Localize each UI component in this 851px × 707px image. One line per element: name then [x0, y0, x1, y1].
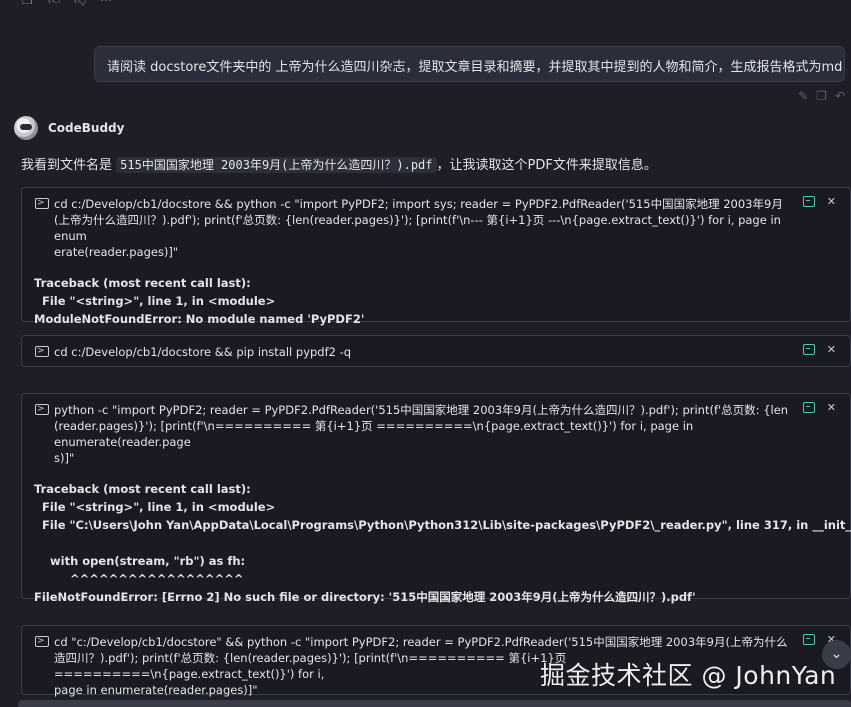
terminal-output: Traceback (most recent call last): File …	[22, 474, 851, 614]
terminal-icon	[35, 401, 49, 417]
assistant-intro: 我看到文件名是 515中国国家地理 2003年9月(上帝为什么造四川？).pdf…	[21, 154, 657, 173]
input-bar-edge	[18, 700, 851, 707]
collapse-icon[interactable]: ✕	[827, 196, 836, 207]
terminal-block-1: cd c:/Develop/cb1/docstore && python -c …	[21, 187, 851, 326]
command-line: (reader.pages)}'); [print(f'\n==========…	[54, 419, 694, 449]
thumbs-up-icon[interactable]: 👍︎	[48, 0, 62, 6]
output-line: ModuleNotFoundError: No module named 'Py…	[34, 312, 365, 326]
run-in-terminal-icon[interactable]	[802, 196, 815, 207]
message-toolbar-top: ❐ 👍︎ 👎︎ ⋯	[22, 0, 114, 6]
command-line: cd c:/Develop/cb1/docstore && python -c …	[54, 197, 783, 211]
terminal-command: cd c:/Develop/cb1/docstore && python -c …	[22, 188, 850, 268]
assistant-name: CodeBuddy	[48, 121, 125, 135]
terminal-actions: ✕	[802, 402, 836, 413]
thumbs-down-icon[interactable]: 👎︎	[74, 0, 88, 6]
command-line: erate(reader.pages)]"	[54, 245, 179, 259]
user-message-actions: ✎ ❐ ↶	[798, 89, 845, 103]
command-line: (上帝为什么造四川？).pdf'); print(f'总页数: {len(rea…	[54, 213, 781, 243]
user-message: 请阅读 docstore文件夹中的 上帝为什么造四川杂志，提取文章目录和摘要，并…	[94, 46, 845, 82]
terminal-block-3: python -c "import PyPDF2; reader = PyPDF…	[21, 393, 851, 604]
output-line: File "<string>", line 1, in <module>	[34, 294, 276, 308]
intro-prefix: 我看到文件名是	[21, 158, 117, 173]
command-line: cd "c:/Develop/cb1/docstore" && python -…	[54, 635, 788, 649]
terminal-actions: ✕	[802, 344, 836, 355]
edit-icon[interactable]: ✎	[798, 89, 808, 103]
collapse-icon[interactable]: ✕	[827, 402, 836, 413]
terminal-output: Traceback (most recent call last): File …	[22, 268, 850, 336]
output-line: File "C:\Users\John Yan\AppData\Local\Pr…	[34, 518, 851, 532]
command-line: python -c "import PyPDF2; reader = PyPDF…	[54, 403, 789, 417]
output-line: with open(stream, "rb") as fh:	[34, 554, 246, 568]
avatar	[14, 116, 38, 140]
output-line: ^^^^^^^^^^^^^^^^^^	[34, 572, 244, 586]
copy-icon[interactable]: ❐	[22, 0, 36, 6]
command-line: cd c:/Develop/cb1/docstore && pip instal…	[54, 345, 352, 359]
retry-icon[interactable]: ↶	[835, 89, 845, 103]
run-in-terminal-icon[interactable]	[802, 634, 815, 645]
intro-suffix: ，让我读取这个PDF文件来提取信息。	[436, 158, 657, 173]
intro-filename: 515中国国家地理 2003年9月(上帝为什么造四川？).pdf	[116, 157, 437, 173]
output-line: Traceback (most recent call last):	[34, 482, 251, 496]
terminal-actions: ✕	[802, 196, 836, 207]
chevron-down-icon[interactable]: ⌄	[822, 640, 851, 669]
terminal-command: python -c "import PyPDF2; reader = PyPDF…	[22, 394, 850, 474]
terminal-block-2: cd c:/Develop/cb1/docstore && pip instal…	[21, 335, 851, 367]
output-line: File "<string>", line 1, in <module>	[34, 500, 276, 514]
watermark: 掘金技术社区 @ JohnYan	[540, 661, 837, 690]
run-in-terminal-icon[interactable]	[802, 402, 815, 413]
more-icon[interactable]: ⋯	[100, 0, 114, 6]
copy-icon[interactable]: ❐	[816, 89, 827, 103]
terminal-icon	[35, 633, 49, 649]
collapse-icon[interactable]: ✕	[827, 344, 836, 355]
command-line: s)]"	[54, 451, 75, 465]
output-line: FileNotFoundError: [Errno 2] No such fil…	[34, 590, 696, 604]
terminal-command: cd c:/Develop/cb1/docstore && pip instal…	[22, 336, 850, 368]
assistant-header: CodeBuddy	[14, 116, 124, 140]
output-line: Traceback (most recent call last):	[34, 276, 251, 290]
terminal-icon	[35, 343, 49, 359]
terminal-icon	[35, 195, 49, 211]
run-in-terminal-icon[interactable]	[802, 344, 815, 355]
